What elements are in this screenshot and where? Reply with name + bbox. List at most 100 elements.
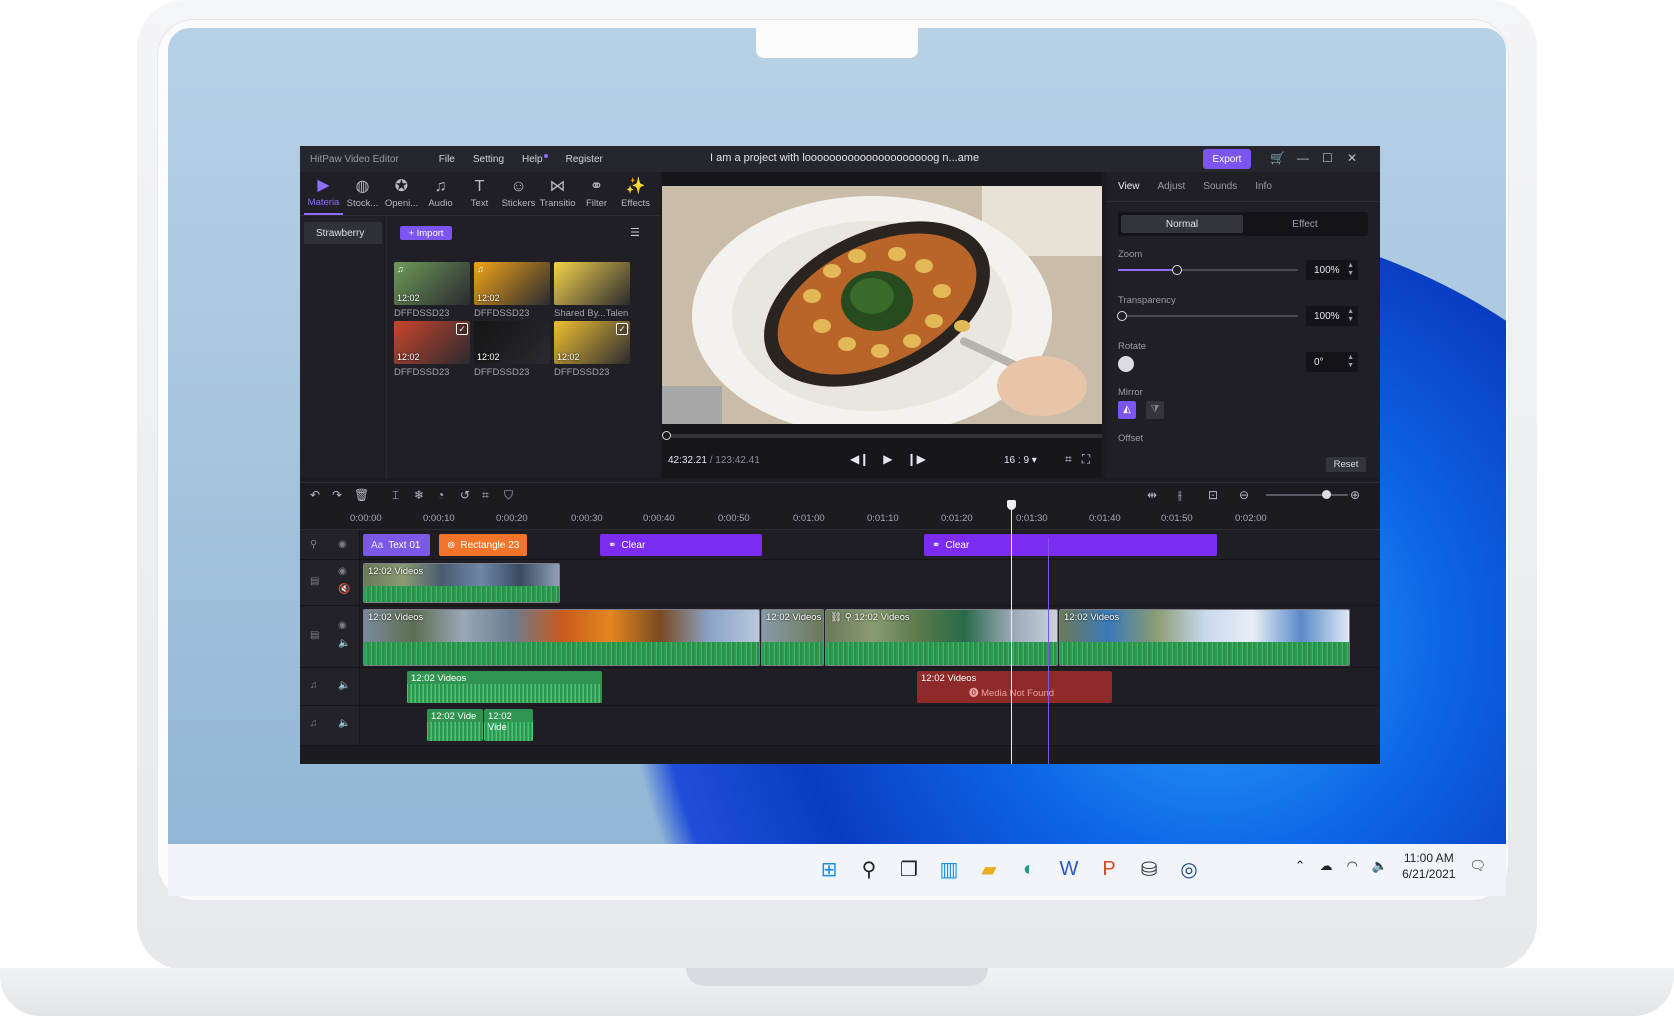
maximize-icon[interactable]: ☐ [1322,151,1333,165]
task-view-icon[interactable]: ❐ [894,852,924,886]
transparency-knob[interactable] [1117,311,1127,321]
tool-tab-magic-wand[interactable]: ✨ Effects [616,172,655,215]
tool-tab-transition[interactable]: ⋈ Transitio [538,172,577,215]
tab-sounds[interactable]: Sounds [1203,181,1237,192]
mode-normal[interactable]: Normal [1121,215,1243,233]
check-icon[interactable]: ✓ [616,323,628,335]
shape-clip[interactable]: ⊚ Rectangle 23 [439,534,527,556]
eye-icon[interactable]: ◉ [338,620,347,631]
video-clip[interactable]: ⛓ ⚲ 12:02 Videos [825,609,1058,666]
zoom-fit-icon[interactable]: ⊡ [1208,488,1218,502]
tab-adjust[interactable]: Adjust [1158,181,1186,192]
transparency-slider[interactable] [1117,311,1298,321]
volume-icon[interactable]: 🔈 [338,680,350,691]
reverse-icon[interactable]: ↺ [460,488,470,502]
eye-icon[interactable]: ◉ [338,539,347,550]
fullscreen-icon[interactable]: ⛶ [1082,452,1090,467]
tool-tab-filter[interactable]: ⚭ Filter [577,172,616,215]
redo-icon[interactable]: ↷ [332,488,342,502]
reset-button[interactable]: Reset [1326,457,1366,472]
menu-file[interactable]: File [439,154,455,165]
tool-tab-music-note[interactable]: ♫ Audio [421,172,460,215]
video-clip[interactable]: 12:02 Videos [1059,609,1350,666]
timeline-zoom-slider[interactable] [1266,490,1348,499]
snap-icon[interactable]: ⫲ [1178,488,1182,503]
chevron-up-icon[interactable]: ⌃ [1295,858,1306,874]
marker-icon[interactable]: ⛉ [504,488,513,503]
mute-icon[interactable]: 🔇 [338,584,350,595]
notification-icon[interactable]: 🗨 [1469,858,1486,874]
stepper-icon[interactable]: ▲ ▼ [1347,262,1354,278]
tool-tab-smiley[interactable]: ☺ Stickers [499,172,538,215]
crop-icon[interactable]: ⌗ [1065,452,1072,467]
zoom-in-icon[interactable]: ⊕ [1350,488,1360,502]
step-forward-icon[interactable]: ❙▶ [907,452,926,466]
media-thumbnail[interactable]: 12:02 ✓ [554,321,630,364]
search-icon[interactable]: ⚲ [854,852,884,886]
tool-tab-film-reel[interactable]: ✪ Openi... [382,172,421,215]
menu-setting[interactable]: Setting [473,154,504,165]
close-icon[interactable]: ✕ [1347,151,1357,165]
folder-item[interactable]: Strawberry [304,222,382,244]
stepper-icon[interactable]: ▲ ▼ [1347,308,1354,324]
zoom-slider[interactable] [1118,265,1298,275]
volume-icon[interactable]: 🔈 [338,718,350,729]
mode-effect[interactable]: Effect [1244,215,1366,233]
split-icon[interactable]: ⌶ [392,488,399,503]
clock[interactable]: 11:00 AM 6/21/2021 [1402,850,1455,882]
zoom-knob[interactable] [1172,265,1183,275]
import-button[interactable]: + Import [400,226,452,240]
media-thumbnail[interactable]: 12:02 [474,321,550,364]
playhead-handle[interactable] [1007,500,1016,510]
undo-icon[interactable]: ↶ [310,488,320,502]
video-clip[interactable]: 12:02 Videos [761,609,824,666]
text-clip[interactable]: Aa Text 01 [363,534,430,556]
start-icon[interactable]: ⊞ [814,852,844,886]
delete-icon[interactable]: 🗑 [354,488,369,502]
mirror-horizontal-icon[interactable]: ◭ [1118,401,1136,419]
menu-help[interactable]: Help [522,153,548,165]
cloud-icon[interactable]: ☁ [1320,858,1333,874]
pin-icon[interactable]: ⚲ [310,539,317,550]
edge-icon[interactable]: ◐ [1014,852,1044,886]
mirror-vertical-icon[interactable]: ⧩ [1146,401,1164,419]
effect-clip[interactable]: ⚭ Clear [924,534,1217,556]
media-thumbnail[interactable]: ♫ 12:02 [474,262,550,305]
file-explorer-icon[interactable]: ▰ [974,852,1004,886]
audio-clip[interactable]: 12:02 Vide [427,709,483,741]
media-thumbnail[interactable]: 12:02 ✓ [394,321,470,364]
volume-icon[interactable]: 🔈 [338,638,350,649]
minimize-icon[interactable]: — [1297,151,1309,165]
media-thumbnail[interactable] [554,262,630,305]
media-thumbnail[interactable]: ♫ 12:02 [394,262,470,305]
store-icon[interactable]: ⛁ [1134,852,1164,886]
rotate-dial-icon[interactable] [1118,356,1134,372]
tab-view[interactable]: View [1118,181,1140,192]
fit-icon[interactable]: ⇹ [1147,488,1157,502]
missing-audio-clip[interactable]: 12:02 Videos ⓿ Media Not Found [917,671,1112,703]
aspect-ratio-select[interactable]: 16 : 9 ▾ [1004,455,1037,466]
preview-scrubber[interactable] [662,431,1102,440]
tool-tab-media[interactable]: ▶ Materia [304,172,343,215]
eye-icon[interactable]: ◉ [338,566,347,577]
menu-register[interactable]: Register [566,154,603,165]
widgets-icon[interactable]: ▥ [934,852,964,886]
transparency-input[interactable]: 100% ▲ ▼ [1306,306,1358,326]
playhead[interactable] [1007,500,1016,764]
time-ruler[interactable]: 0:00:00 0:00:10 0:00:20 0:00:30 0:00:40 0:00:… [300,508,1380,530]
zoom-out-icon[interactable]: ⊖ [1239,488,1249,502]
speed-icon[interactable]: ◔ [437,488,444,502]
audio-clip[interactable]: 12:02 Vide [484,709,533,741]
timeline-zoom-knob[interactable] [1322,490,1331,499]
step-back-icon[interactable]: ◀❙ [850,452,869,466]
powerpoint-icon[interactable]: P [1094,852,1124,886]
crop-tool-icon[interactable]: ⌗ [482,488,489,503]
steam-icon[interactable]: ◎ [1174,852,1204,886]
wifi-icon[interactable]: ◠ [1347,858,1358,874]
freeze-icon[interactable]: ❄ [414,488,424,502]
check-icon[interactable]: ✓ [456,323,468,335]
tab-info[interactable]: Info [1255,181,1272,192]
zoom-input[interactable]: 100% ▲ ▼ [1306,260,1358,280]
video-clip[interactable]: 12:02 Videos [363,563,560,603]
play-icon[interactable]: ▶ [883,452,892,466]
